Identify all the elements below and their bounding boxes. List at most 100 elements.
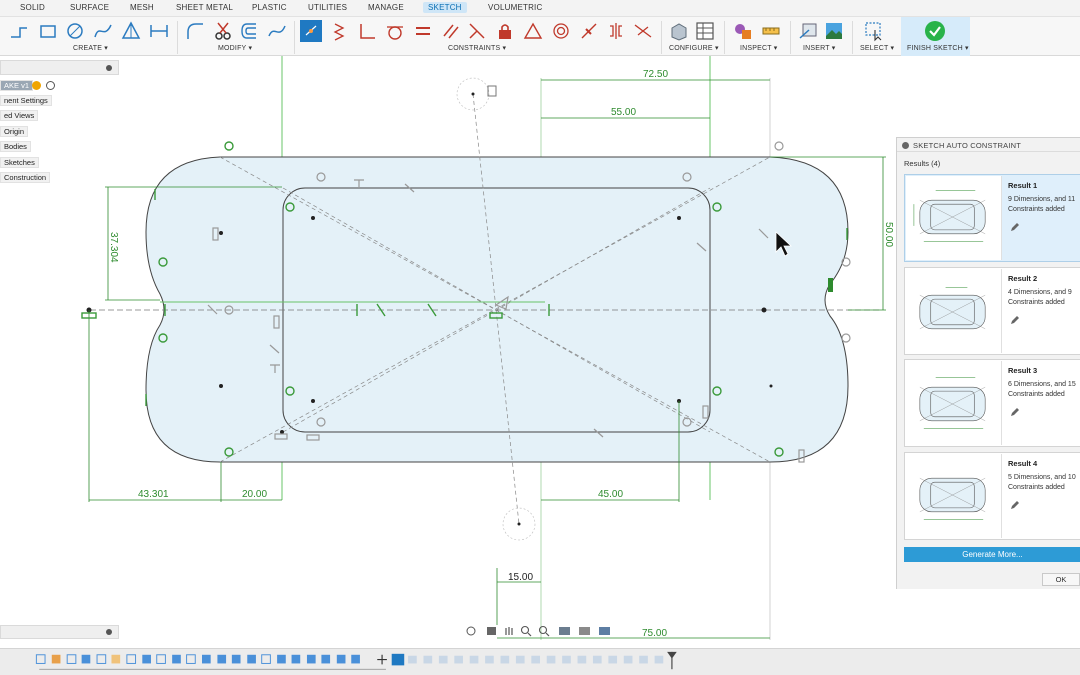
radio-active-icon[interactable] [46, 81, 55, 90]
insert-group-label[interactable]: INSERT ▾ [803, 44, 835, 52]
insert-derive-icon[interactable] [797, 20, 819, 42]
result-card-3[interactable]: Result 3 6 Dimensions, and 15 Constraint… [904, 359, 1080, 447]
tab-sketch[interactable]: SKETCH [423, 2, 467, 13]
timeline-suppressed-features[interactable] [408, 655, 664, 664]
result-title: Result 4 [1008, 459, 1038, 468]
result-description: 6 Dimensions, and 15 Constraints added [1008, 381, 1076, 398]
visual-style-icon[interactable] [579, 627, 590, 635]
dimension-50-00[interactable]: 50.00 [883, 222, 894, 247]
display-settings-icon[interactable] [559, 627, 570, 635]
insert-image-icon[interactable] [823, 20, 845, 42]
navigation-bar [466, 625, 610, 637]
result-card-2[interactable]: Result 2 4 Dimensions, and 9 Constraints… [904, 267, 1080, 355]
collinear-constraint-icon[interactable] [466, 20, 488, 42]
pencil-edit-icon[interactable] [1009, 314, 1021, 326]
pan-hand-icon[interactable] [505, 627, 513, 635]
tab-utilities[interactable]: UTILITIES [308, 3, 347, 12]
dimension-37-304[interactable]: 37.304 [108, 232, 119, 263]
auto-constraint-icon[interactable] [300, 20, 322, 42]
inspect-group-label[interactable]: INSPECT ▾ [740, 44, 777, 52]
select-group-label[interactable]: SELECT ▾ [860, 44, 894, 52]
configure-group-label[interactable]: CONFIGURE ▾ [669, 44, 719, 52]
dimension-55-00[interactable]: 55.00 [611, 107, 636, 118]
configure-table-icon[interactable] [694, 20, 716, 42]
result-thumbnail [906, 361, 1002, 445]
separator [852, 21, 853, 54]
result-card-4[interactable]: Result 4 5 Dimensions, and 10 Constraint… [904, 452, 1080, 540]
create-group-label[interactable]: CREATE ▾ [73, 44, 108, 52]
timeline[interactable] [0, 648, 1080, 675]
zoom-window-icon[interactable] [538, 625, 550, 637]
dimension-72-50[interactable]: 72.50 [643, 69, 668, 80]
dimension-20-00[interactable]: 20.00 [242, 489, 267, 500]
fix-lock-icon[interactable] [494, 20, 516, 42]
generate-more-button[interactable]: Generate More... [904, 547, 1080, 562]
result-card-1[interactable]: Result 1 9 Dimensions, and 11 Constraint… [904, 174, 1080, 262]
configure-box-icon[interactable] [668, 20, 690, 42]
pencil-edit-icon[interactable] [1009, 406, 1021, 418]
panel-title: SKETCH AUTO CONSTRAINT [913, 141, 1022, 150]
polygon-tool-icon[interactable] [120, 20, 142, 42]
tab-surface[interactable]: SURFACE [70, 3, 109, 12]
dimension-15-00[interactable]: 15.00 [508, 572, 533, 583]
horizontal-vertical-constraint-icon[interactable] [522, 20, 544, 42]
comments-bar[interactable] [0, 625, 119, 639]
midpoint-constraint-icon[interactable] [578, 20, 600, 42]
symmetry-constraint-icon[interactable] [605, 20, 627, 42]
measure-icon[interactable] [760, 20, 782, 42]
coincident-constraint-icon[interactable] [328, 20, 350, 42]
perpendicular-constraint-icon[interactable] [356, 20, 378, 42]
curvature-constraint-icon[interactable] [632, 20, 654, 42]
orbit-icon[interactable] [466, 626, 476, 636]
modify-group-label[interactable]: MODIFY ▾ [218, 44, 252, 52]
dimension-75-00[interactable]: 75.00 [642, 628, 667, 639]
parallel-constraint-icon[interactable] [440, 20, 462, 42]
browser-item-origin[interactable]: Origin [0, 126, 29, 137]
tab-mesh[interactable]: MESH [130, 3, 154, 12]
equal-constraint-icon[interactable] [412, 20, 434, 42]
collapse-icon[interactable] [902, 142, 909, 149]
tab-plastic[interactable]: PLASTIC [252, 3, 287, 12]
spline-tool-icon[interactable] [92, 20, 114, 42]
result-thumbnail [906, 454, 1002, 538]
rectangle-tool-icon[interactable] [37, 20, 59, 42]
trim-scissors-icon[interactable] [212, 20, 234, 42]
dimension-45-00[interactable]: 45.00 [598, 489, 623, 500]
browser-item-bodies[interactable]: Bodies [0, 141, 31, 152]
browser-item-named-views[interactable]: ed Views [0, 110, 39, 121]
fusion-window: SOLID SURFACE MESH SHEET METAL PLASTIC U… [0, 0, 1080, 675]
browser-item-settings[interactable]: nent Settings [0, 95, 52, 106]
look-at-icon[interactable] [487, 627, 496, 635]
mirror-spline-icon[interactable] [266, 20, 288, 42]
constraints-group-label[interactable]: CONSTRAINTS ▾ [448, 44, 506, 52]
finish-sketch-button[interactable]: FINISH SKETCH ▾ [901, 17, 970, 56]
result-description: 5 Dimensions, and 10 Constraints added [1008, 474, 1076, 491]
collapse-icon[interactable] [106, 65, 112, 71]
browser-header [0, 60, 119, 75]
offset-tool-icon[interactable] [238, 20, 260, 42]
tangent-constraint-icon[interactable] [384, 20, 406, 42]
ok-button[interactable]: OK [1042, 573, 1080, 586]
document-node[interactable]: AKE v1 [0, 80, 34, 91]
pencil-edit-icon[interactable] [1009, 499, 1021, 511]
dimension-43-301[interactable]: 43.301 [138, 489, 169, 500]
tab-manage[interactable]: MANAGE [368, 3, 404, 12]
concentric-constraint-icon[interactable] [550, 20, 572, 42]
checkmark-icon [925, 21, 945, 41]
pencil-edit-icon[interactable] [1009, 221, 1021, 233]
select-window-icon[interactable] [863, 20, 885, 42]
grid-settings-icon[interactable] [599, 627, 610, 635]
browser-item-sketches[interactable]: Sketches [0, 157, 39, 168]
tab-solid[interactable]: SOLID [20, 3, 45, 12]
zoom-icon[interactable] [520, 625, 532, 637]
circle-tool-icon[interactable] [64, 20, 86, 42]
tab-volumetric[interactable]: VOLUMETRIC [488, 3, 542, 12]
timeline-feature-icons[interactable] [35, 653, 405, 666]
dimension-tool-icon[interactable] [148, 20, 170, 42]
fillet-tool-icon[interactable] [184, 20, 206, 42]
inspect-shapes-icon[interactable] [732, 20, 754, 42]
line-tool-icon[interactable] [8, 20, 30, 42]
tab-sheet-metal[interactable]: SHEET METAL [176, 3, 233, 12]
browser-item-construction[interactable]: Construction [0, 172, 51, 183]
collapse-icon[interactable] [106, 629, 112, 635]
